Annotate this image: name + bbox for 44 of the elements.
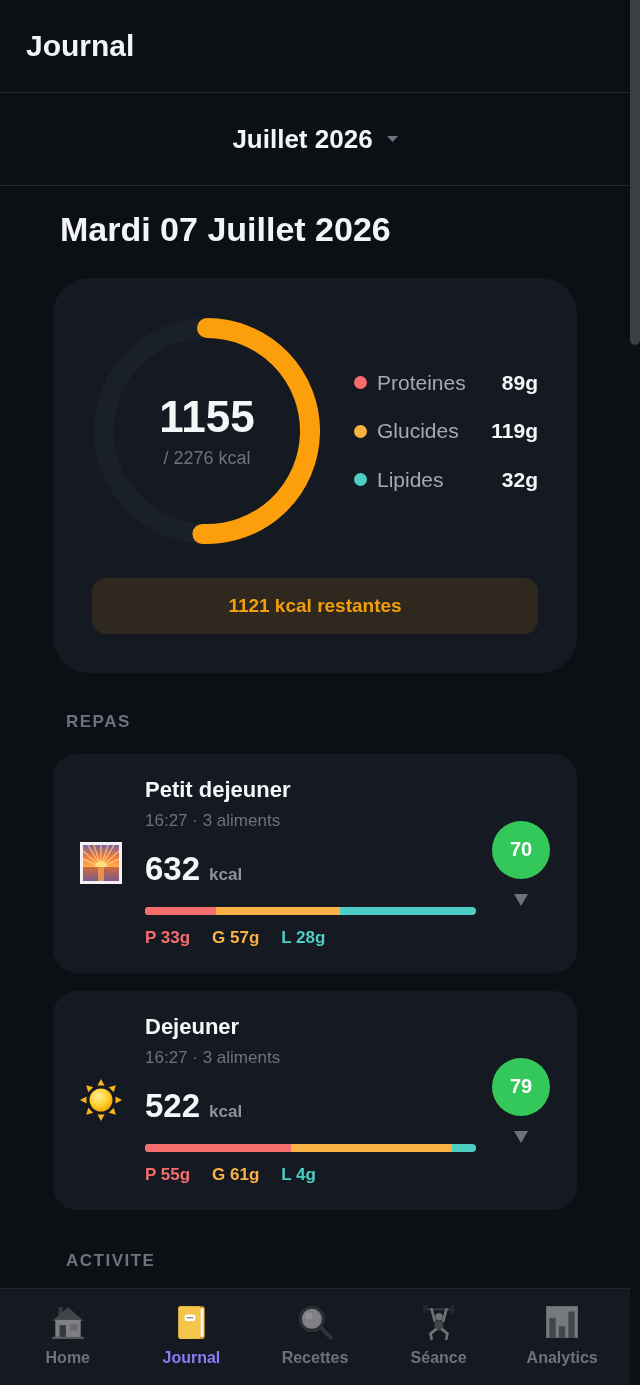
- nav-tab[interactable]: Analytics: [526, 1289, 598, 1368]
- caret-icon[interactable]: [514, 1130, 528, 1143]
- month-selector[interactable]: Juillet 2026: [226, 119, 404, 159]
- macro-amount: L 4g: [281, 1164, 316, 1186]
- meal-meta: 16:27 · 3 aliments: [145, 1047, 282, 1069]
- macro-name: Glucides: [377, 419, 460, 443]
- macro-amount: G 61g: [212, 1164, 260, 1186]
- nav-tab[interactable]: Home: [45, 1289, 90, 1368]
- macro-amount: G 57g: [212, 927, 260, 949]
- meal-card[interactable]: Dejeuner 16:27 · 3 aliments 522 kcal P 55g G 61g L 4g 79: [53, 991, 577, 1210]
- meal-title: Dejeuner: [145, 1014, 241, 1040]
- remaining-calories-banner: 1121 kcal restantes: [92, 578, 538, 634]
- macro-total: 119g: [491, 419, 538, 443]
- meal-calories: 632: [145, 850, 201, 888]
- nav-tab[interactable]: Recettes: [281, 1289, 349, 1368]
- macro-total: 32g: [501, 467, 538, 492]
- score-badge: 70: [492, 820, 550, 879]
- calorie-unit: kcal: [209, 1102, 243, 1122]
- date-title: Mardi 07 Juillet 2026: [60, 209, 392, 249]
- scrollbar-thumb[interactable]: [630, 0, 640, 345]
- calorie-unit: kcal: [209, 865, 243, 885]
- sun-icon: [79, 1078, 123, 1122]
- meal-calories: 522: [145, 1087, 201, 1125]
- meal-card[interactable]: Petit dejeuner 16:27 · 3 aliments 632 kcal P 33g G 57g L 28g 70: [53, 754, 577, 973]
- score-badge: 79: [492, 1057, 550, 1116]
- section-heading: REPAS: [66, 712, 132, 732]
- meal-meta: 16:27 · 3 aliments: [145, 810, 282, 832]
- meal-title: Petit dejeuner: [145, 777, 292, 803]
- macro-name: Proteines: [377, 370, 467, 395]
- macro-amount: P 55g: [145, 1164, 191, 1186]
- calories-consumed: 1155: [159, 393, 255, 441]
- nav-tab[interactable]: Séance: [410, 1289, 467, 1368]
- macro-name: Lipides: [377, 467, 445, 492]
- caret-icon[interactable]: [514, 893, 528, 906]
- caret-icon: [386, 136, 398, 142]
- nav-tab[interactable]: Journal: [162, 1289, 221, 1368]
- sunrise-icon: [79, 841, 123, 885]
- calorie-goal: / 2276 kcal: [163, 447, 251, 469]
- section-heading: ACTIVITE: [66, 1251, 157, 1271]
- macro-total: 89g: [501, 370, 538, 395]
- macro-amount: P 33g: [145, 927, 191, 949]
- page-title: Journal: [26, 28, 135, 64]
- magnifier-icon: [296, 1303, 334, 1341]
- macro-amount: L 28g: [281, 927, 326, 949]
